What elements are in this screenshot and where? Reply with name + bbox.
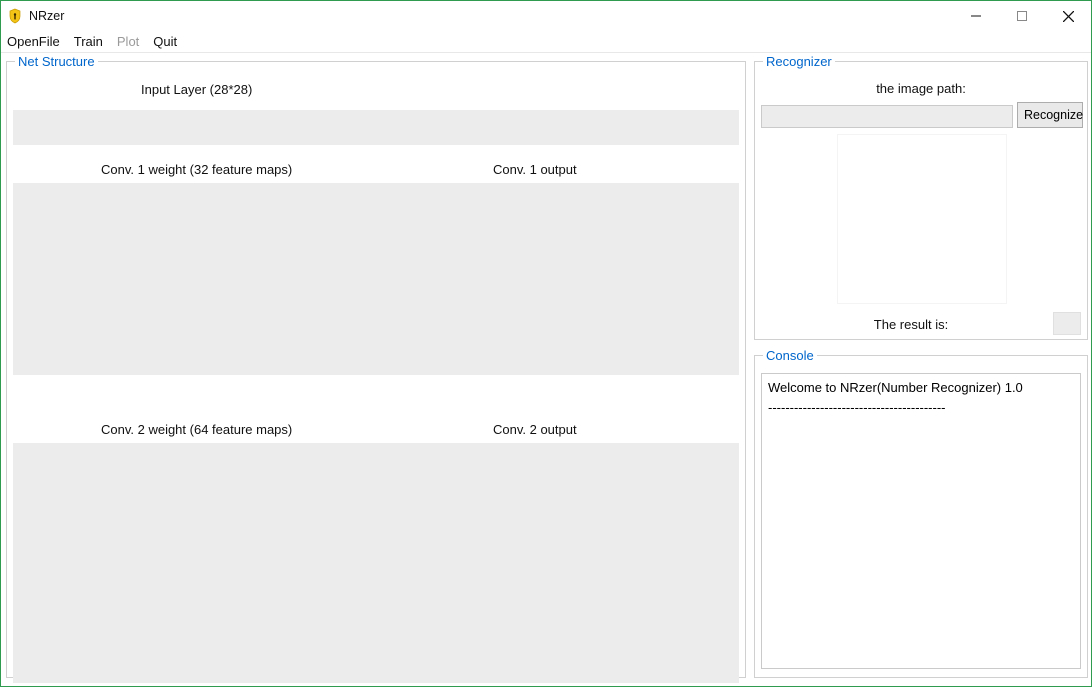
net-structure-group: Net Structure Input Layer (28*28) Conv. …: [6, 54, 746, 678]
result-output: [1053, 312, 1081, 335]
net-structure-inner: Input Layer (28*28) Conv. 1 weight (32 f…: [13, 75, 739, 671]
app-window: NRzer OpenFile Train Plot Quit N: [0, 0, 1092, 687]
conv2-output-label: Conv. 2 output: [493, 422, 577, 437]
window-controls: [953, 1, 1091, 31]
menu-plot: Plot: [117, 34, 139, 49]
recognizer-inner: the image path: Recognize The result is:: [761, 75, 1081, 333]
client-area: Net Structure Input Layer (28*28) Conv. …: [2, 54, 1090, 685]
menu-train[interactable]: Train: [74, 34, 103, 49]
title-bar-left: NRzer: [7, 8, 64, 24]
menu-open-file[interactable]: OpenFile: [7, 34, 60, 49]
conv2-panel: [13, 443, 739, 683]
console-wrap: [761, 369, 1081, 671]
recognizer-legend: Recognizer: [763, 54, 835, 69]
image-path-label: the image path:: [761, 81, 1081, 96]
input-layer-panel: [13, 110, 739, 145]
conv2-weight-label: Conv. 2 weight (64 feature maps): [101, 422, 292, 437]
conv1-output-label: Conv. 1 output: [493, 162, 577, 177]
net-structure-legend: Net Structure: [15, 54, 98, 69]
input-layer-label: Input Layer (28*28): [141, 82, 252, 97]
image-preview-panel: [837, 134, 1007, 304]
recognizer-group: Recognizer the image path: Recognize The…: [754, 54, 1088, 340]
menu-bar: OpenFile Train Plot Quit: [1, 31, 1091, 53]
maximize-button[interactable]: [999, 1, 1045, 31]
recognize-button[interactable]: Recognize: [1017, 102, 1083, 128]
console-output[interactable]: [761, 373, 1081, 669]
app-icon: [7, 8, 23, 24]
image-path-input[interactable]: [761, 105, 1013, 128]
conv1-weight-label: Conv. 1 weight (32 feature maps): [101, 162, 292, 177]
menu-quit[interactable]: Quit: [153, 34, 177, 49]
console-legend: Console: [763, 348, 817, 363]
minimize-button[interactable]: [953, 1, 999, 31]
close-button[interactable]: [1045, 1, 1091, 31]
title-bar: NRzer: [1, 1, 1091, 31]
result-label: The result is:: [801, 317, 1021, 332]
conv1-panel: [13, 183, 739, 375]
window-title: NRzer: [29, 9, 64, 23]
console-group: Console: [754, 348, 1088, 678]
